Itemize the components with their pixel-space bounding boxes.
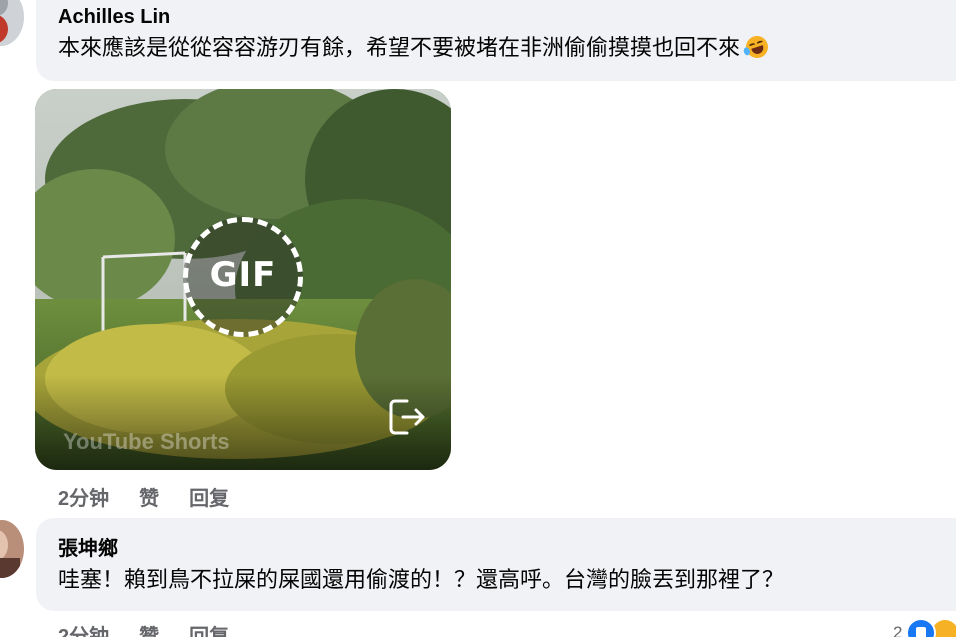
like-reaction-icon <box>906 618 937 637</box>
comment-timestamp[interactable]: 2分钟 <box>58 620 109 637</box>
comment-text-body: 本來應該是從從容容游刃有餘，希望不要被堵在非洲偷偷摸摸也回不來 <box>58 35 741 60</box>
reply-button[interactable]: 回复 <box>189 620 229 637</box>
avatar-shirt <box>0 558 20 578</box>
avatar-shirt <box>0 14 8 44</box>
reaction-count: 2 <box>893 623 903 637</box>
like-button[interactable]: 赞 <box>139 620 159 637</box>
comment-actions: 2分钟 赞 回复 <box>58 482 229 511</box>
gif-attachment[interactable]: YouTube Shorts GIF <box>35 89 451 470</box>
comment-actions: 2分钟 赞 回复 <box>58 620 229 637</box>
comment-text: 哇塞！賴到鳥不拉屎的屎國還用偷渡的！？還高呼。台灣的臉丟到那裡了？ <box>58 567 785 592</box>
commenter-avatar[interactable] <box>0 0 24 46</box>
avatar-face <box>0 0 8 16</box>
rolling-on-floor-laughing-emoji-icon <box>742 33 771 61</box>
comment-bubble <box>36 518 956 611</box>
commenter-avatar[interactable] <box>0 520 24 578</box>
comment-text: 本來應該是從從容容游刃有餘，希望不要被堵在非洲偷偷摸摸也回不來 <box>58 33 771 62</box>
avatar-face <box>0 530 8 560</box>
gif-play-badge[interactable]: GIF <box>183 217 303 337</box>
gif-label: GIF <box>209 255 277 295</box>
share-out-icon[interactable] <box>385 395 429 439</box>
comment-author[interactable]: 張坤鄉 <box>58 538 118 560</box>
youtube-shorts-watermark: YouTube Shorts <box>63 429 230 454</box>
reaction-summary[interactable]: 2 <box>893 618 956 637</box>
comment-author[interactable]: Achilles Lin <box>58 6 170 28</box>
reply-button[interactable]: 回复 <box>189 482 229 511</box>
comment-timestamp[interactable]: 2分钟 <box>58 482 109 511</box>
like-button[interactable]: 赞 <box>139 482 159 511</box>
